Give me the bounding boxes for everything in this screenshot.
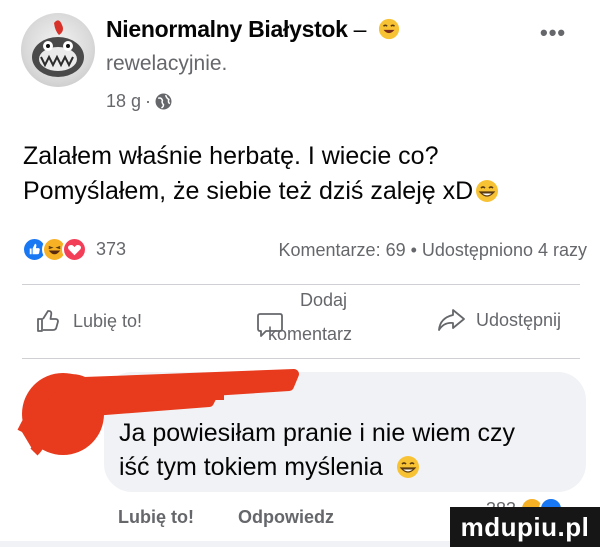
post-stats[interactable]: Komentarze: 69 • Udostępniono 4 razy xyxy=(279,240,587,261)
grin-emoji-icon xyxy=(396,456,419,478)
post-meta: 18 g · xyxy=(106,91,172,112)
comment-text-line-1: Ja powiesiłam pranie i nie wiem czy xyxy=(119,419,515,447)
post-text: Zalałem właśnie herbatę. I wiecie co? Po… xyxy=(23,139,583,209)
divider-top xyxy=(22,284,580,285)
reaction-count: 373 xyxy=(96,239,127,259)
post-time[interactable]: 18 g xyxy=(106,91,141,112)
share-button[interactable]: Udostępnij xyxy=(436,307,561,333)
page-avatar[interactable] xyxy=(21,13,95,87)
page-name[interactable]: Nienormalny Białystok xyxy=(106,16,348,42)
title-dash: – xyxy=(353,16,367,42)
comment-text: Ja powiesiłam pranie i nie wiem czy iść … xyxy=(119,416,579,484)
comment-like-button[interactable]: Lubię to! xyxy=(118,507,194,528)
like-label: Lubię to! xyxy=(73,310,143,331)
share-arrow-icon xyxy=(438,309,465,331)
post-text-line-2: Pomyślałem, że siebie też dziś zaleję xD xyxy=(23,177,474,205)
page-name-line: Nienormalny Białystok – xyxy=(106,16,400,43)
divider-bottom xyxy=(22,358,580,359)
comment-text-line-2-wrap: iść tym tokiem myślenia xyxy=(119,450,579,484)
watermark-logo: mdupiu.pl xyxy=(450,507,600,547)
comment-label-line-1: Dodaj xyxy=(300,290,348,310)
comment-reply-button[interactable]: Odpowiedz xyxy=(238,507,334,528)
post-text-line-1: Zalałem właśnie herbatę. I wiecie co? xyxy=(23,142,439,170)
meta-separator: · xyxy=(145,91,152,111)
comment-button[interactable]: Dodaj komentarz xyxy=(256,290,396,350)
monster-logo-icon xyxy=(32,20,84,77)
comment-actions: Lubię to! Odpowiedz xyxy=(118,507,334,528)
thumbs-up-icon xyxy=(37,310,59,332)
feeling-text: rewelacyjnie. xyxy=(106,52,228,75)
post-text-line-2-wrap: Pomyślałem, że siebie też dziś zaleję xD xyxy=(23,174,583,209)
more-options-button[interactable]: ••• xyxy=(540,20,566,46)
love-reaction-icon xyxy=(62,237,87,262)
reactions-summary[interactable]: 373 xyxy=(22,237,126,262)
comment-label-line-2: komentarz xyxy=(268,324,353,344)
grin-emoji-icon xyxy=(476,180,499,202)
globe-icon xyxy=(155,93,172,110)
like-button[interactable]: Lubię to! xyxy=(35,308,142,334)
comment-text-line-2: iść tym tokiem myślenia xyxy=(119,453,383,481)
next-comment-edge xyxy=(0,541,450,547)
share-label: Udostępnij xyxy=(476,309,562,330)
feeling-smile-emoji-icon xyxy=(379,18,400,40)
